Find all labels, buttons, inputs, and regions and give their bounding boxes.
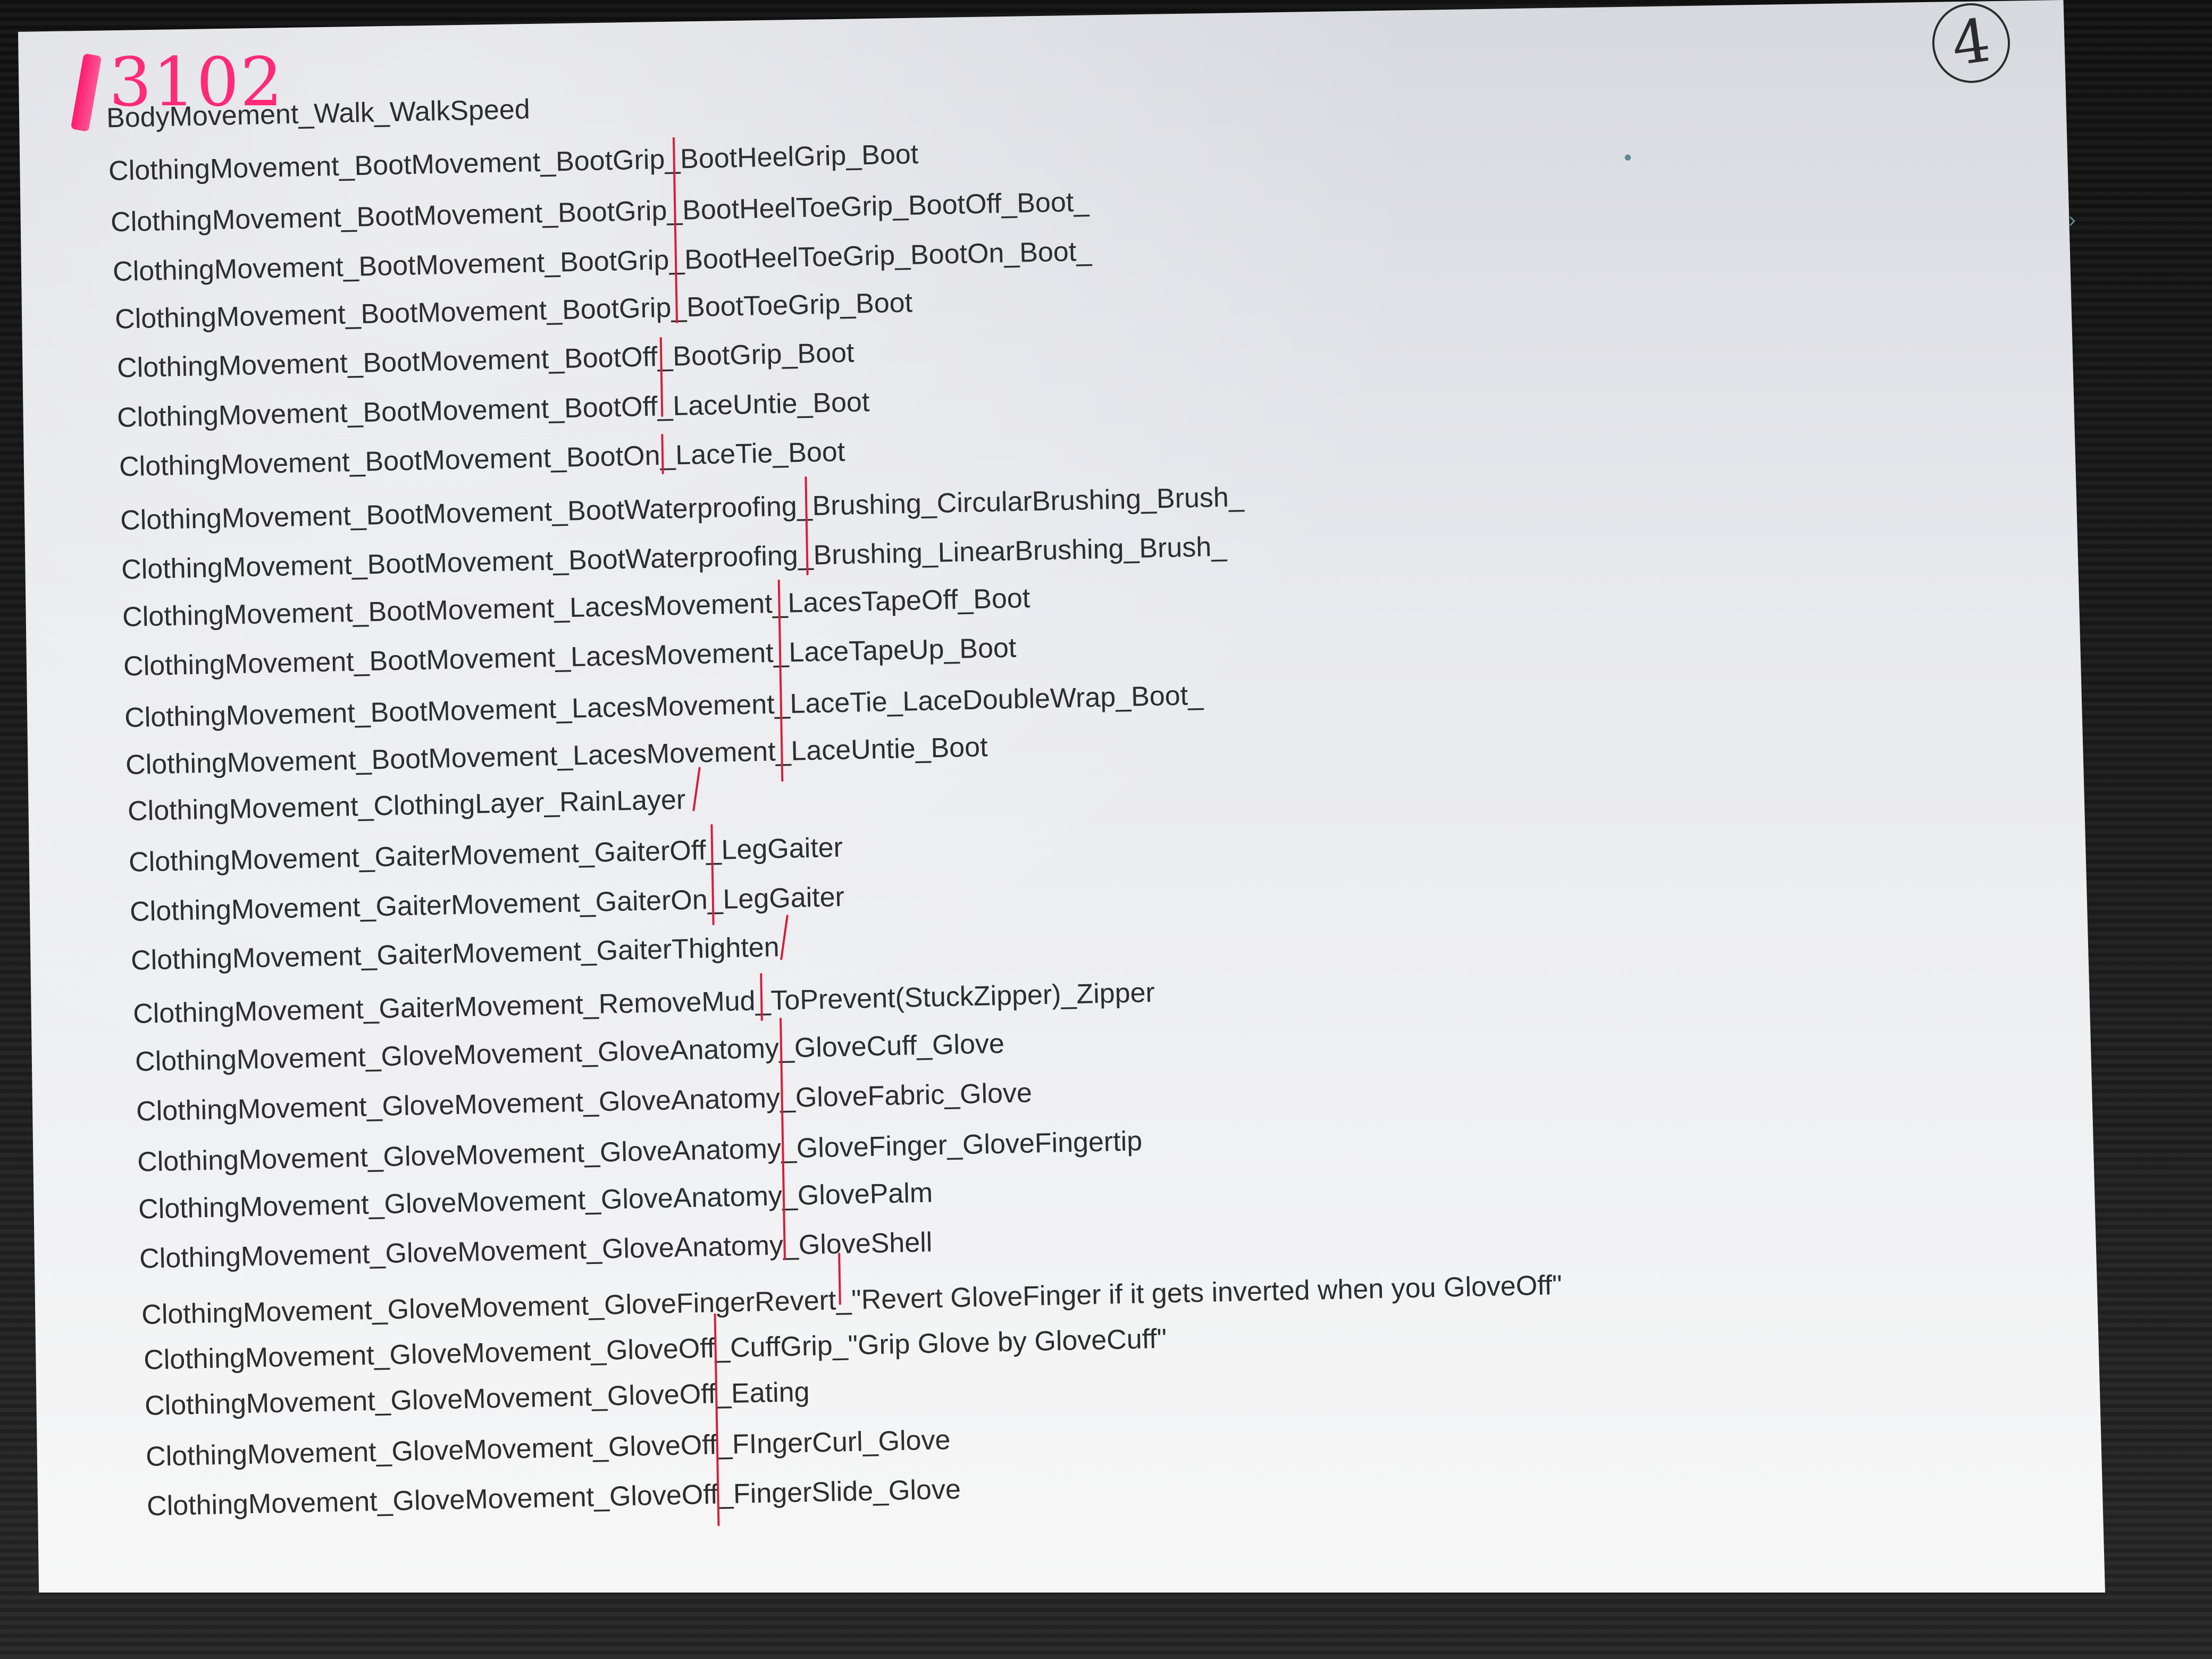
list-item: ClothingMovement_GloveMovement_GloveOff_… bbox=[143, 1323, 1167, 1376]
list-item: BodyMovement_Walk_WalkSpeed bbox=[106, 94, 531, 134]
list-item: ClothingMovement_GloveMovement_GloveOff_… bbox=[146, 1473, 961, 1522]
list-item: ClothingMovement_BootMovement_LacesMovem… bbox=[125, 732, 988, 781]
red-grouping-line bbox=[838, 1252, 841, 1305]
list-item: ClothingMovement_GloveMovement_GloveAnat… bbox=[139, 1227, 933, 1275]
list-item: ClothingMovement_BootMovement_BootWaterp… bbox=[120, 481, 1245, 537]
list-item: ClothingMovement_GloveMovement_GloveAnat… bbox=[138, 1177, 933, 1225]
list-item: ClothingMovement_BootMovement_BootOff_La… bbox=[116, 387, 870, 433]
list-item: ClothingMovement_GloveMovement_GloveAnat… bbox=[137, 1126, 1143, 1178]
list-item: ClothingMovement_GaiterMovement_GaiterOn… bbox=[129, 881, 845, 928]
movement-list: BodyMovement_Walk_WalkSpeed ClothingMove… bbox=[0, 0, 2212, 1659]
list-item: ClothingMovement_BootMovement_BootGrip_B… bbox=[108, 139, 919, 187]
red-grouping-line bbox=[760, 973, 763, 1021]
list-item: ClothingMovement_GloveMovement_GloveFing… bbox=[141, 1270, 1563, 1330]
list-item: ClothingMovement_BootMovement_BootGrip_B… bbox=[110, 186, 1090, 238]
list-item: ClothingMovement_GaiterMovement_GaiterOf… bbox=[128, 832, 843, 878]
list-item: ClothingMovement_BootMovement_LacesMovem… bbox=[123, 632, 1017, 682]
list-item: ClothingMovement_GloveMovement_GloveAnat… bbox=[135, 1028, 1005, 1078]
list-item: ClothingMovement_BootMovement_BootOn_Lac… bbox=[119, 436, 845, 483]
red-grouping-line bbox=[692, 767, 701, 811]
list-item: ClothingMovement_GaiterMovement_GaiterTh… bbox=[130, 932, 780, 976]
list-item: ClothingMovement_GloveMovement_GloveAnat… bbox=[136, 1077, 1033, 1127]
list-item: ClothingMovement_BootMovement_BootOff_Bo… bbox=[116, 337, 854, 384]
list-item: ClothingMovement_BootMovement_LacesMovem… bbox=[122, 583, 1030, 633]
list-item: ClothingMovement_GaiterMovement_RemoveMu… bbox=[132, 977, 1155, 1030]
list-item: ClothingMovement_BootMovement_BootGrip_B… bbox=[112, 236, 1092, 288]
list-item: ClothingMovement_GloveMovement_GloveOff_… bbox=[145, 1425, 951, 1472]
list-item: ClothingMovement_BootMovement_LacesMovem… bbox=[124, 680, 1204, 734]
list-item: ClothingMovement_GloveMovement_GloveOff_… bbox=[144, 1376, 810, 1422]
red-grouping-line bbox=[780, 915, 789, 960]
list-item: ClothingMovement_BootMovement_BootWaterp… bbox=[121, 531, 1227, 585]
list-item: ClothingMovement_ClothingLayer_RainLayer bbox=[127, 784, 686, 827]
list-item: ClothingMovement_BootMovement_BootGrip_B… bbox=[114, 287, 913, 335]
